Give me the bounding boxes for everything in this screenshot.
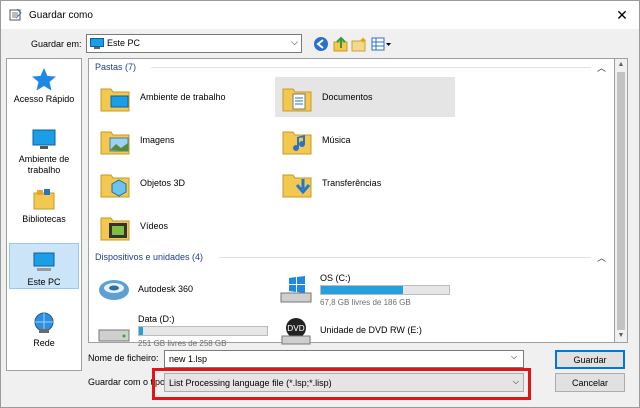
drive-usage-fill xyxy=(321,286,403,294)
save-button[interactable]: Guardar xyxy=(555,350,625,369)
folder-name: Vídeos xyxy=(140,221,169,231)
devices-group-header[interactable]: Dispositivos e unidades (4) xyxy=(95,252,203,262)
drive-free-space: 251 GB livres de 258 GB xyxy=(138,339,227,348)
autodesk-360-icon xyxy=(99,280,129,300)
place-label: Bibliotecas xyxy=(22,214,66,224)
folder-name: Ambiente de trabalho xyxy=(140,92,226,102)
folders-group-header[interactable]: Pastas (7) xyxy=(95,62,136,72)
music-folder-icon xyxy=(282,131,312,155)
place-network[interactable]: Rede xyxy=(9,311,79,349)
title-bar: Guardar como ✕ xyxy=(1,1,639,29)
star-icon xyxy=(32,68,56,91)
location-value: Este PC xyxy=(107,38,141,48)
folder-item-downloads[interactable]: Transferências xyxy=(275,163,455,203)
folder-item-music[interactable]: Música xyxy=(275,120,455,160)
network-icon xyxy=(34,312,54,333)
svg-text:DVD: DVD xyxy=(287,324,305,333)
desktop-icon xyxy=(32,129,56,149)
location-combobox[interactable]: Este PC ⌵ xyxy=(86,34,302,53)
window-title: Guardar como xyxy=(29,10,93,21)
drive-name: Unidade de DVD RW (E:) xyxy=(320,325,422,335)
pictures-folder-icon xyxy=(100,131,130,155)
drive-usage-bar xyxy=(320,285,450,295)
computer-icon xyxy=(33,252,55,271)
annotation-highlight-box xyxy=(152,368,531,400)
place-label: Este PC xyxy=(27,277,61,287)
folder-item-videos[interactable]: Vídeos xyxy=(93,206,273,246)
scroll-down-arrow-icon[interactable]: ▼ xyxy=(615,330,627,342)
videos-folder-icon xyxy=(100,217,130,241)
folder-name: Transferências xyxy=(322,178,382,188)
folder-name: Imagens xyxy=(140,135,175,145)
drive-free-space: 67,8 GB livres de 186 GB xyxy=(320,298,411,307)
folder-name: Documentos xyxy=(322,92,373,102)
folder-item-desktop[interactable]: Ambiente de trabalho xyxy=(93,77,273,117)
hard-drive-windows-icon xyxy=(280,276,312,303)
documents-folder-icon xyxy=(282,88,312,112)
up-folder-icon[interactable] xyxy=(332,35,350,53)
vertical-scrollbar[interactable]: ▲ ▼ xyxy=(615,58,628,343)
file-browser-area: Pastas (7) ︿ Ambiente de trabalho Docume… xyxy=(88,58,615,348)
desktop-folder-icon xyxy=(100,88,130,112)
computer-icon xyxy=(90,38,104,49)
scroll-up-arrow-icon[interactable]: ▲ xyxy=(615,59,627,71)
dvd-drive-icon: DVD xyxy=(281,318,311,345)
chevron-down-icon: ⌵ xyxy=(291,37,298,47)
group-divider xyxy=(151,67,591,68)
drive-item-os-c[interactable]: OS (C:) 67,8 GB livres de 186 GB xyxy=(275,271,475,311)
drive-usage-bar xyxy=(138,326,268,336)
place-libraries[interactable]: Bibliotecas xyxy=(9,187,79,225)
folder-name: Música xyxy=(322,135,351,145)
place-quick-access[interactable]: Acesso Rápido xyxy=(9,67,79,105)
collapse-chevron-icon[interactable]: ︿ xyxy=(597,61,606,74)
notepad-app-icon xyxy=(9,8,22,21)
drive-item-autodesk-360[interactable]: Autodesk 360 xyxy=(93,271,293,311)
drive-item-dvd-e[interactable]: DVD Unidade de DVD RW (E:) xyxy=(275,312,475,352)
libraries-icon xyxy=(33,189,55,210)
scroll-thumb[interactable] xyxy=(617,72,625,330)
back-icon[interactable] xyxy=(312,35,330,53)
folder-item-pictures[interactable]: Imagens xyxy=(93,120,273,160)
drive-item-data-d[interactable]: Data (D:) 251 GB livres de 258 GB xyxy=(93,312,293,352)
save-in-label: Guardar em: xyxy=(31,39,82,49)
place-this-pc[interactable]: Este PC xyxy=(9,243,79,289)
filename-field[interactable] xyxy=(164,350,524,368)
drive-name: OS (C:) xyxy=(320,273,351,283)
drive-usage-fill xyxy=(139,327,143,335)
folder-item-3d-objects[interactable]: Objetos 3D xyxy=(93,163,273,203)
place-label: Ambiente de trabalho xyxy=(18,154,70,175)
place-label: Acesso Rápido xyxy=(13,94,75,104)
folder-item-documents[interactable]: Documentos xyxy=(275,77,455,117)
group-divider xyxy=(219,257,591,258)
chevron-down-icon[interactable]: ⌵ xyxy=(511,352,517,362)
place-label: Rede xyxy=(33,338,55,348)
drive-name: Data (D:) xyxy=(138,314,175,324)
drive-name: Autodesk 360 xyxy=(138,284,194,294)
new-folder-icon[interactable] xyxy=(350,35,368,53)
folder-name: Objetos 3D xyxy=(140,178,186,188)
collapse-chevron-icon[interactable]: ︿ xyxy=(597,251,606,264)
close-button[interactable]: ✕ xyxy=(613,6,631,24)
filename-label: Nome de ficheiro: xyxy=(88,353,159,363)
save-as-dialog: Guardar como ✕ Guardar em: Este PC ⌵ Ace… xyxy=(0,0,640,408)
place-desktop[interactable]: Ambiente de trabalho xyxy=(9,127,79,176)
downloads-folder-icon xyxy=(282,174,312,198)
places-bar: Acesso Rápido Ambiente de trabalho Bibli… xyxy=(6,58,82,371)
3d-objects-folder-icon xyxy=(100,174,130,198)
cancel-button[interactable]: Cancelar xyxy=(555,373,625,392)
view-menu-icon[interactable] xyxy=(370,35,392,53)
hard-drive-icon xyxy=(98,329,130,342)
